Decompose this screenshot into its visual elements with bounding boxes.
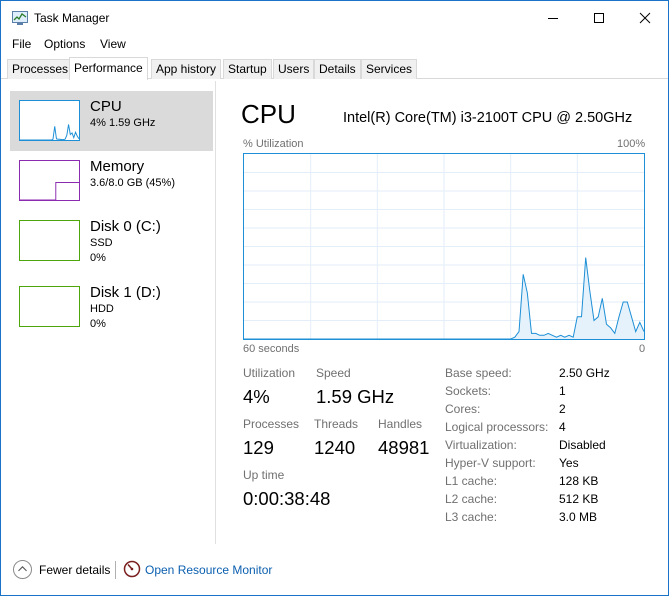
processes-value: 129 [243, 437, 274, 458]
spec-value: 512 KB [559, 492, 599, 506]
min-axis-label: 0 [639, 343, 646, 355]
uptime-label: Up time [243, 468, 285, 482]
spec-value: 4 [559, 420, 566, 434]
tab-performance[interactable]: Performance [69, 57, 148, 80]
menu-view[interactable]: View [100, 37, 126, 51]
resource-detail: 3.6/8.0 GB (45%) [90, 177, 175, 189]
menu-file[interactable]: File [12, 37, 31, 51]
maximize-icon [594, 13, 604, 23]
utilization-label: Utilization [243, 366, 296, 380]
spec-value: Disabled [559, 438, 606, 452]
tab-app-history[interactable]: App history [151, 59, 222, 79]
memory-thumbnail-graph [19, 160, 80, 201]
spec-value: 2 [559, 402, 566, 416]
cpu-model-name: Intel(R) Core(TM) i3-2100T CPU @ 2.50GHz [343, 110, 633, 126]
handles-label: Handles [378, 417, 423, 431]
cpu-thumbnail-line [20, 124, 79, 140]
uptime-value: 0:00:38:48 [243, 488, 331, 509]
spec-label: L2 cache: [445, 492, 498, 506]
disk0-thumbnail-graph [19, 220, 80, 261]
footer-divider [115, 561, 116, 579]
spec-value: Yes [559, 456, 579, 470]
spec-label: L3 cache: [445, 510, 498, 524]
resource-item-disk0[interactable]: Disk 0 (C:) SSD 0% [10, 211, 213, 271]
resource-name: Disk 1 (D:) [90, 284, 161, 301]
minimize-button[interactable] [530, 1, 576, 35]
close-button[interactable] [622, 1, 668, 35]
footer-bar: Fewer details Open Resource Monitor [1, 557, 668, 585]
resource-detail: HDD [90, 303, 114, 315]
tab-bar: Processes Performance App history Startu… [1, 57, 668, 80]
tab-details[interactable]: Details [314, 59, 361, 79]
speed-label: Speed [316, 366, 351, 380]
spec-value: 128 KB [559, 474, 599, 488]
resource-name: Disk 0 (C:) [90, 218, 161, 235]
threads-label: Threads [314, 417, 359, 431]
page-title: CPU [241, 99, 296, 129]
tab-services[interactable]: Services [361, 59, 418, 79]
spec-label: Base speed: [445, 366, 512, 380]
cpu-utilization-graph [243, 153, 645, 340]
task-manager-window: Task Manager File Options View Processes… [0, 0, 669, 596]
tab-processes[interactable]: Processes [7, 59, 74, 79]
utilization-axis-label: % Utilization [243, 138, 304, 150]
max-axis-label: 100% [617, 138, 646, 150]
minimize-icon [548, 18, 558, 19]
resource-name: Memory [90, 158, 145, 175]
resource-item-cpu[interactable]: CPU 4% 1.59 GHz [10, 91, 213, 151]
time-axis-label: 60 seconds [243, 343, 300, 355]
menu-options[interactable]: Options [44, 37, 85, 51]
resource-usage: 0% [90, 318, 106, 330]
resource-name: CPU [90, 98, 122, 115]
fewer-details-label: Fewer details [39, 563, 111, 577]
task-manager-icon [12, 11, 28, 25]
spec-label: Cores: [445, 402, 481, 416]
resource-detail: SSD [90, 237, 113, 249]
spec-label: Sockets: [445, 384, 492, 398]
resource-detail: 4% 1.59 GHz [90, 117, 156, 129]
spec-value: 1 [559, 384, 566, 398]
open-resource-monitor-label: Open Resource Monitor [145, 563, 273, 577]
speed-value: 1.59 GHz [316, 386, 395, 407]
resource-usage: 0% [90, 252, 106, 264]
processes-label: Processes [243, 417, 300, 431]
menu-bar: File Options View [1, 35, 668, 55]
close-icon [639, 12, 651, 24]
resource-item-disk1[interactable]: Disk 1 (D:) HDD 0% [10, 277, 213, 337]
resource-list: CPU 4% 1.59 GHz Memory 3.6/8.0 GB (45%) … [2, 81, 216, 544]
threads-value: 1240 [314, 437, 356, 458]
memory-thumbnail-line [20, 182, 79, 200]
title-bar[interactable]: Task Manager [1, 1, 668, 35]
tab-startup[interactable]: Startup [223, 59, 272, 79]
spec-value: 3.0 MB [559, 510, 598, 524]
handles-value: 48981 [378, 437, 430, 458]
utilization-value: 4% [243, 386, 270, 407]
spec-label: Logical processors: [445, 420, 549, 434]
chevron-up-icon [13, 560, 32, 579]
maximize-button[interactable] [576, 1, 622, 35]
resource-monitor-icon [123, 560, 141, 578]
disk1-thumbnail-graph [19, 286, 80, 327]
window-title: Task Manager [34, 11, 110, 25]
spec-label: Hyper-V support: [445, 456, 536, 470]
cpu-thumbnail-graph [19, 100, 80, 141]
spec-value: 2.50 GHz [559, 366, 610, 380]
spec-label: L1 cache: [445, 474, 498, 488]
tab-users[interactable]: Users [273, 59, 315, 79]
spec-label: Virtualization: [445, 438, 517, 452]
resource-item-memory[interactable]: Memory 3.6/8.0 GB (45%) [10, 151, 213, 211]
